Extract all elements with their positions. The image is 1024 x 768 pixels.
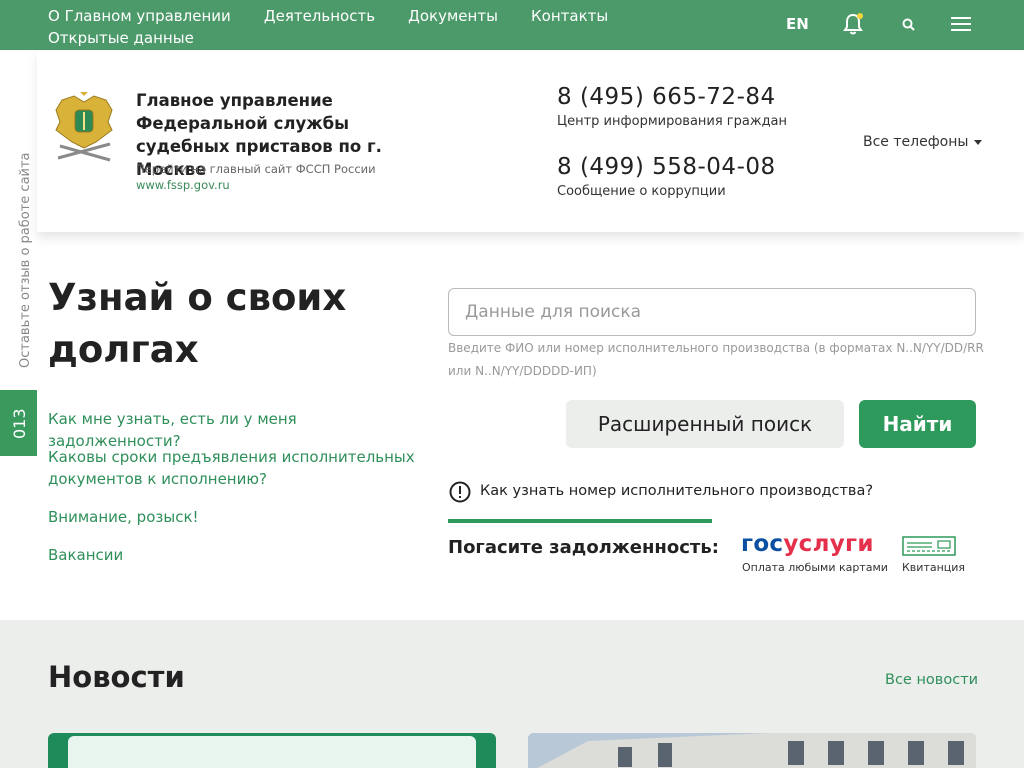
nav-item-open-data[interactable]: Открытые данные — [48, 27, 194, 49]
language-switch[interactable]: EN — [786, 15, 809, 33]
advanced-search-button[interactable]: Расширенный поиск — [566, 400, 844, 448]
main-nav: О Главном управлении Деятельность Докуме… — [48, 5, 688, 49]
news-card[interactable] — [528, 733, 976, 768]
top-navbar: О Главном управлении Деятельность Докуме… — [0, 0, 1024, 50]
nav-item-about[interactable]: О Главном управлении — [48, 5, 231, 27]
main-site-caption: Перейти на главный сайт ФССП России — [136, 162, 376, 176]
pay-debt-label: Погасите задолженность: — [448, 537, 719, 558]
feedback-link[interactable]: Оставьте отзыв о работе сайта — [0, 150, 37, 368]
gosuslugi-logo-part2: услуги — [783, 531, 874, 557]
side-tab[interactable]: 013 — [0, 390, 37, 456]
nav-item-documents[interactable]: Документы — [408, 5, 498, 27]
receipt-label: Квитанция — [902, 561, 966, 574]
caret-down-icon — [974, 139, 983, 145]
bell-icon[interactable] — [842, 12, 864, 36]
all-phones-label: Все телефоны — [863, 134, 969, 150]
main-site-link[interactable]: www.fssp.gov.ru — [136, 178, 230, 192]
all-phones-dropdown[interactable]: Все телефоны — [863, 134, 983, 150]
debt-section-title: Узнай о своих долгах — [48, 276, 347, 371]
feedback-label: Оставьте отзыв о работе сайта — [18, 152, 33, 368]
menu-icon[interactable] — [950, 15, 972, 33]
gosuslugi-logo-part1: гос — [741, 531, 784, 557]
divider-accent — [448, 519, 712, 523]
news-card-image — [528, 733, 976, 768]
search-hint: Введите ФИО или номер исполнительного пр… — [448, 341, 984, 378]
exclamation-circle-icon — [449, 481, 471, 503]
news-card-image — [68, 736, 476, 768]
nav-item-activity[interactable]: Деятельность — [264, 5, 375, 27]
phone-corruption-label: Сообщение о коррупции — [557, 184, 726, 199]
phone-citizen-info-label: Центр информирования граждан — [557, 114, 788, 129]
faq-link-vacancies[interactable]: Вакансии — [48, 544, 418, 566]
gosuslugi-logo[interactable]: госуслуги — [741, 531, 874, 557]
emblem-logo[interactable] — [52, 92, 116, 166]
all-news-link[interactable]: Все новости — [885, 672, 978, 688]
gosuslugi-caption: Оплата любыми картами — [742, 561, 888, 574]
news-title: Новости — [48, 660, 185, 694]
find-button[interactable]: Найти — [859, 400, 976, 448]
phone-citizen-info[interactable]: 8 (495) 665-72-84 — [557, 84, 776, 110]
debt-search-input[interactable] — [448, 288, 976, 336]
faq-link-deadlines[interactable]: Каковы сроки предъявления исполнительных… — [48, 446, 418, 490]
receipt-icon[interactable] — [902, 536, 956, 556]
phone-corruption[interactable]: 8 (499) 558-04-08 — [557, 154, 776, 180]
nav-item-contacts[interactable]: Контакты — [531, 5, 608, 27]
side-tab-label: 013 — [10, 408, 29, 439]
faq-link-wanted[interactable]: Внимание, розыск! — [48, 506, 418, 528]
news-card[interactable] — [48, 733, 496, 768]
case-number-help-link[interactable]: Как узнать номер исполнительного произво… — [480, 483, 873, 499]
search-icon[interactable] — [901, 17, 917, 33]
